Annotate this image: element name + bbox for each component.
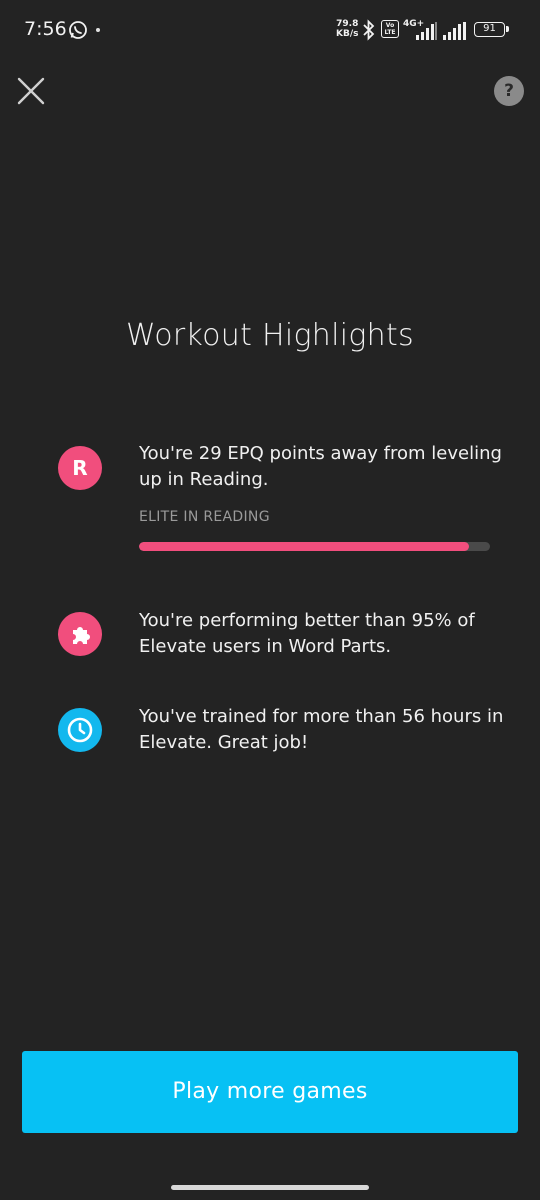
whatsapp-icon	[69, 21, 87, 39]
level-label: ELITE IN READING	[139, 509, 270, 525]
close-icon[interactable]	[12, 72, 50, 110]
highlight-reading-text: You're 29 EPQ points away from leveling …	[139, 443, 502, 490]
signal-icon	[416, 22, 437, 40]
network-speed: 79.8 KB/s	[336, 19, 358, 39]
highlight-training-time-text: You've trained for more than 56 hours in…	[139, 706, 504, 753]
clock-icon	[67, 717, 93, 743]
gesture-nav-handle[interactable]	[171, 1185, 369, 1190]
help-button[interactable]: ?	[494, 76, 524, 106]
clock-icon-badge	[58, 708, 102, 752]
workout-highlights-screen: 7:56 79.8 KB/s Vo LTE 4G+ 91 ? Workout H…	[0, 0, 540, 1200]
status-time: 7:56	[24, 18, 67, 40]
puzzle-icon-badge	[58, 612, 102, 656]
volte-badge: Vo LTE	[381, 20, 399, 38]
bluetooth-icon	[363, 19, 375, 41]
puzzle-icon	[73, 627, 90, 644]
reading-r-icon: R	[58, 446, 102, 490]
level-progress-bar	[139, 542, 490, 551]
network-speed-value: 79.8	[336, 19, 359, 29]
network-speed-unit: KB/s	[336, 29, 359, 39]
status-bar: 7:56 79.8 KB/s Vo LTE 4G+ 91	[0, 0, 540, 62]
signal-icon-2	[443, 22, 466, 40]
level-progress-fill	[139, 542, 469, 551]
play-more-games-button[interactable]: Play more games	[22, 1051, 518, 1133]
notification-dot	[96, 28, 100, 32]
highlight-word-parts-text: You're performing better than 95% of Ele…	[139, 610, 475, 657]
page-title: Workout Highlights	[126, 318, 414, 353]
battery-icon: 91	[474, 22, 509, 37]
